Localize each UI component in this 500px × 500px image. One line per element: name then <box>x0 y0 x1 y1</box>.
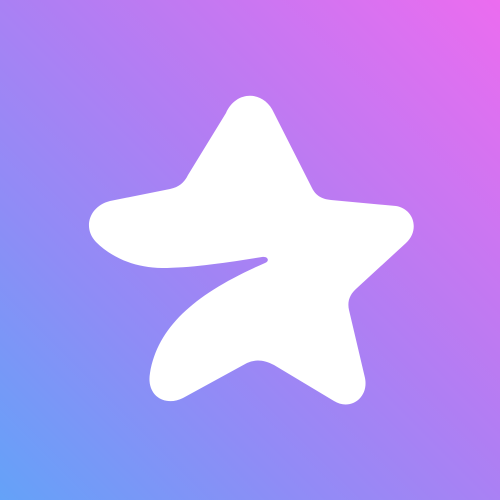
star-shape <box>88 95 414 405</box>
app-icon-background <box>0 0 500 500</box>
premium-star-icon <box>88 95 414 405</box>
